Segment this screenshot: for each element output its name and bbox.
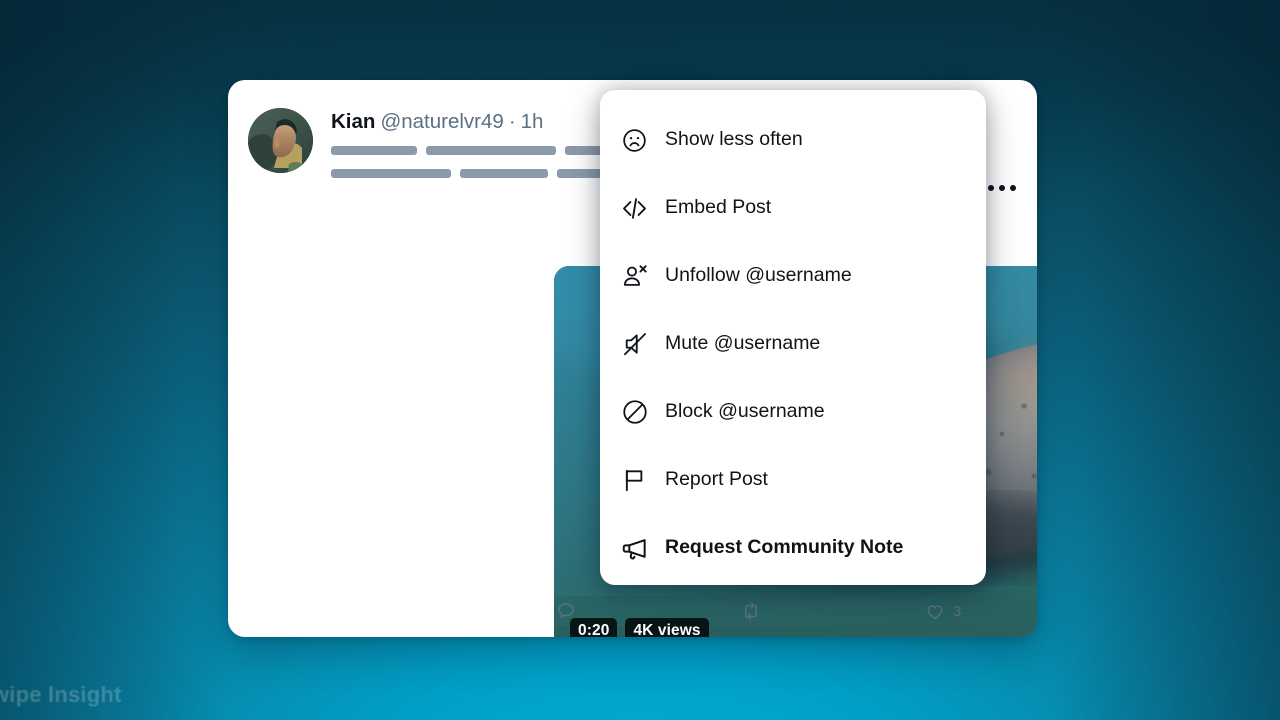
skeleton-bar <box>331 146 417 155</box>
menu-item-label: Unfollow @username <box>665 264 852 287</box>
menu-item-request-community-note[interactable]: Request Community Note <box>600 514 986 582</box>
post-timestamp[interactable]: 1h <box>521 110 544 133</box>
menu-item-block-username[interactable]: Block @username <box>600 378 986 446</box>
menu-item-mute-username[interactable]: Mute @username <box>600 310 986 378</box>
author-handle[interactable]: @naturelvr49 <box>380 110 503 133</box>
person-remove-icon <box>619 261 650 292</box>
skeleton-bar <box>426 146 556 155</box>
menu-item-show-less-often[interactable]: Show less often <box>600 106 986 174</box>
menu-item-unfollow-username[interactable]: Unfollow @username <box>600 242 986 310</box>
author-display-name[interactable]: Kian <box>331 110 375 133</box>
menu-item-label: Block @username <box>665 400 825 423</box>
screenshot-stage: Kian @naturelvr49 · 1h 0:20 4K views 3 S… <box>0 0 1280 720</box>
megaphone-icon <box>619 533 650 564</box>
post-options-menu: Show less often Embed Post Unfollow @use… <box>600 90 986 585</box>
repost-icon <box>740 600 762 622</box>
mute-icon <box>619 329 650 360</box>
avatar[interactable] <box>248 108 313 173</box>
author-line: Kian @naturelvr49 · 1h <box>331 109 543 135</box>
author-separator: · <box>508 110 516 133</box>
menu-item-label: Request Community Note <box>665 536 904 559</box>
menu-item-label: Show less often <box>665 128 803 151</box>
code-brackets-icon <box>619 193 650 224</box>
watermark-text: wipe Insight <box>0 682 122 707</box>
block-icon <box>619 397 650 428</box>
menu-item-embed-post[interactable]: Embed Post <box>600 174 986 242</box>
ellipsis-icon <box>1010 185 1016 191</box>
repost-button[interactable] <box>740 585 762 637</box>
post-action-bar: 3 <box>228 585 1037 637</box>
menu-item-label: Mute @username <box>665 332 821 355</box>
menu-item-label: Report Post <box>665 468 768 491</box>
like-button[interactable]: 3 <box>924 585 961 637</box>
reply-button[interactable] <box>555 585 577 637</box>
like-count: 3 <box>953 602 962 620</box>
skeleton-bar <box>460 169 548 178</box>
menu-item-report-post[interactable]: Report Post <box>600 446 986 514</box>
ellipsis-icon <box>999 185 1005 191</box>
post-options-menu-list: Show less often Embed Post Unfollow @use… <box>600 90 986 585</box>
comment-icon <box>555 600 577 622</box>
post-more-options-button[interactable] <box>984 173 1020 203</box>
skeleton-bar <box>331 169 451 178</box>
heart-icon <box>924 600 946 622</box>
flag-icon <box>619 465 650 496</box>
ellipsis-icon <box>988 185 994 191</box>
frowning-face-icon <box>619 125 650 156</box>
menu-item-label: Embed Post <box>665 196 772 219</box>
